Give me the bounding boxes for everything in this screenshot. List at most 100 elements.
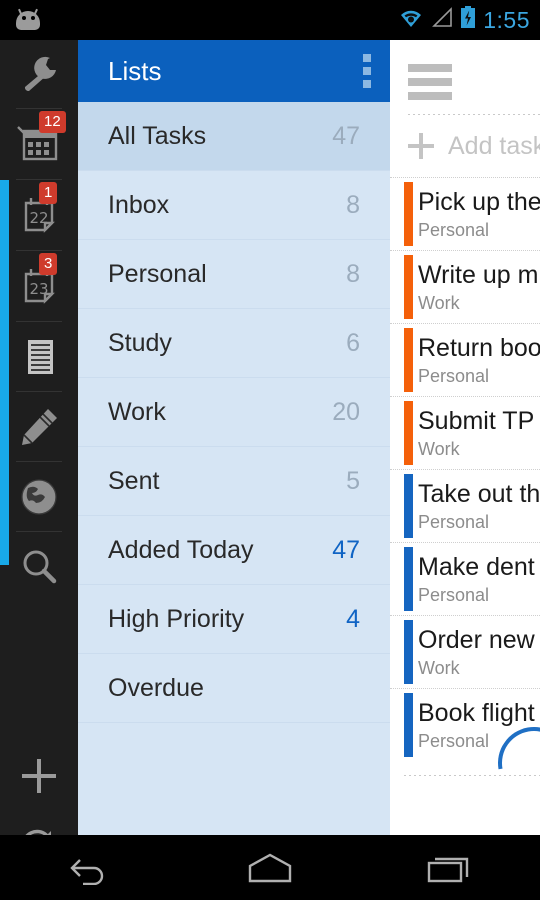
task-title: Order new: [418, 626, 535, 654]
rail-badge: 12: [39, 111, 66, 133]
list-item-work[interactable]: Work 20: [78, 378, 390, 447]
task-title: Return boo: [418, 334, 540, 362]
task-list-name: Personal: [418, 366, 490, 386]
rail-item-add[interactable]: [0, 741, 78, 811]
priority-bar: [404, 474, 413, 538]
priority-bar: [404, 328, 413, 392]
globe-icon: [21, 478, 57, 515]
back-arrow-icon: [70, 858, 104, 885]
list-item-label: All Tasks: [108, 121, 207, 150]
list-item-count: 20: [332, 397, 360, 426]
recent-apps-icon: [427, 857, 469, 882]
wifi-icon: [398, 7, 424, 34]
home-icon: [248, 853, 292, 882]
task-list-name: Work: [418, 293, 460, 313]
list-item-study[interactable]: Study 6: [78, 309, 390, 378]
priority-bar: [404, 401, 413, 465]
list-item-count: 47: [332, 121, 360, 150]
status-bar-left: [14, 8, 42, 31]
nav-recents-button[interactable]: [360, 851, 540, 885]
priority-bar: [404, 693, 413, 757]
rail-item-search[interactable]: [0, 532, 78, 601]
list-item-all-tasks[interactable]: All Tasks 47: [78, 102, 390, 171]
task-list-name: Personal: [418, 220, 490, 240]
wrench-icon: [24, 56, 56, 92]
task-list-name: Work: [418, 658, 460, 678]
plus-icon: [22, 759, 56, 793]
list-item-count: 8: [346, 259, 360, 288]
list-item-label: Study: [108, 328, 172, 357]
task-title: Write up m: [418, 261, 539, 289]
task-row[interactable]: Take out th Personal: [390, 469, 540, 542]
rail-item-notes[interactable]: [0, 392, 78, 461]
priority-bar: [404, 547, 413, 611]
task-title: Submit TP: [418, 407, 535, 435]
list-item-label: High Priority: [108, 604, 245, 633]
rail-item-calendar-all[interactable]: 12: [0, 109, 78, 179]
lists-drawer: Lists All Tasks 47 Inbox 8 Personal 8 St…: [78, 40, 390, 835]
nav-back-button[interactable]: [0, 851, 180, 885]
list-item-added-today[interactable]: Added Today 47: [78, 516, 390, 585]
list-item-label: Personal: [108, 259, 207, 288]
task-title: Make dent: [418, 553, 535, 581]
list-lines-icon: [28, 339, 53, 374]
task-title: Take out th: [418, 480, 540, 508]
rail-item-web[interactable]: [0, 462, 78, 531]
rail-item-calendar-today[interactable]: 22 1: [0, 180, 78, 250]
hamburger-menu-icon[interactable]: [390, 40, 540, 100]
priority-bar: [404, 182, 413, 246]
list-item-label: Sent: [108, 466, 160, 495]
android-screen: 1:55 12 22 1 23 3 Lists All Tasks 47 Inb…: [0, 0, 540, 900]
rail-item-lists[interactable]: [0, 322, 78, 391]
task-row[interactable]: Make dent Personal: [390, 542, 540, 615]
plus-icon: [408, 133, 434, 159]
rail-item-calendar-tomorrow[interactable]: 23 3: [0, 251, 78, 321]
list-item-count: 4: [346, 604, 360, 633]
priority-bar: [404, 255, 413, 319]
svg-text:22: 22: [29, 209, 48, 227]
overflow-menu-icon[interactable]: [344, 40, 390, 102]
task-list-name: Personal: [418, 512, 490, 532]
list-item-label: Inbox: [108, 190, 170, 219]
status-bar-clock: 1:55: [483, 6, 530, 33]
task-list-pane: Add task Pick up the Personal Write up m…: [390, 40, 540, 835]
task-title: Pick up the: [418, 188, 540, 216]
task-row[interactable]: Write up m Work: [390, 250, 540, 323]
list-item-label: Work: [108, 397, 166, 426]
list-item-sent[interactable]: Sent 5: [78, 447, 390, 516]
priority-bar: [404, 620, 413, 684]
pencil-icon: [22, 408, 57, 445]
page-title: Lists: [108, 55, 162, 86]
list-item-overdue[interactable]: Overdue: [78, 654, 390, 723]
add-task-placeholder: Add task: [448, 131, 540, 160]
rail-badge: 3: [39, 253, 58, 275]
android-robot-icon: [14, 8, 42, 31]
list-item-high-priority[interactable]: High Priority 4: [78, 585, 390, 654]
list-item-count: 6: [346, 328, 360, 357]
add-task-input[interactable]: Add task: [390, 115, 540, 177]
task-list-name: Personal: [418, 585, 490, 605]
nav-home-button[interactable]: [180, 851, 360, 885]
task-row[interactable]: Order new Work: [390, 615, 540, 688]
rail-badge: 1: [39, 182, 58, 204]
signal-icon: [431, 7, 453, 33]
status-bar: 1:55: [0, 0, 540, 40]
android-nav-bar: [0, 835, 540, 900]
svg-text:23: 23: [29, 280, 48, 298]
task-list-name: Work: [418, 439, 460, 459]
task-row[interactable]: Pick up the Personal: [390, 177, 540, 250]
lists-header: Lists: [78, 40, 390, 102]
search-icon: [23, 550, 57, 583]
list-item-count: 47: [332, 535, 360, 564]
list-item-personal[interactable]: Personal 8: [78, 240, 390, 309]
list-item-inbox[interactable]: Inbox 8: [78, 171, 390, 240]
battery-charging-icon: [460, 6, 476, 34]
list-item-count: 8: [346, 190, 360, 219]
rail-item-settings[interactable]: [0, 40, 78, 108]
list-item-label: Added Today: [108, 535, 254, 564]
task-title: Book flight: [418, 699, 535, 727]
status-bar-right: 1:55: [398, 6, 530, 34]
task-row[interactable]: Submit TP Work: [390, 396, 540, 469]
lists-empty-space: [78, 723, 390, 833]
task-row[interactable]: Return boo Personal: [390, 323, 540, 396]
